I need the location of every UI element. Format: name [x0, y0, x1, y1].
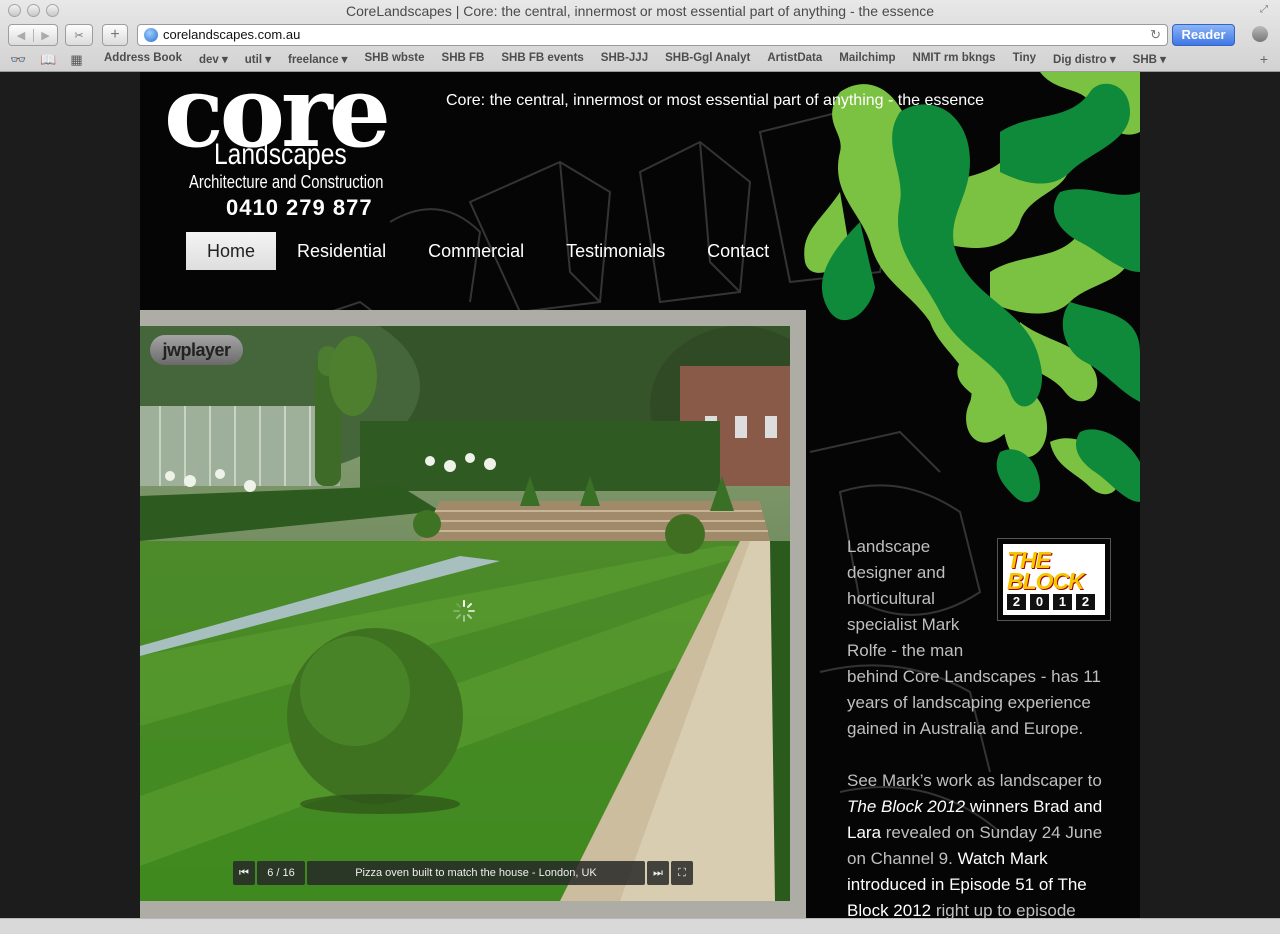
bookmark-item[interactable]: Tiny [1013, 52, 1036, 66]
bookmark-item[interactable]: SHB-JJJ [601, 52, 648, 66]
bookmark-item[interactable]: SHB wbste [364, 52, 424, 66]
bookmark-item[interactable]: SHB FB [442, 52, 485, 66]
bookmark-item[interactable]: dev ▾ [199, 52, 228, 66]
fullscreen-button[interactable]: ⛶ [671, 861, 693, 885]
page-viewport: core Landscapes Architecture and Constru… [0, 72, 1280, 918]
downloads-button[interactable] [1248, 24, 1272, 46]
bookmark-item[interactable]: NMIT rm bkngs [913, 52, 996, 66]
bookmark-item[interactable]: Address Book [104, 52, 182, 66]
loading-spinner-icon [453, 600, 475, 622]
back-forward-buttons: ◀ ▶ [8, 24, 58, 46]
reading-list-icon[interactable]: 👓 [10, 52, 26, 68]
add-bookmark-button[interactable]: + [102, 24, 128, 46]
zoom-window-button[interactable] [46, 4, 59, 17]
slideshow-player: jwplayer ⏮ 6 / 16 Pizza oven built to ma… [140, 310, 806, 918]
reader-button[interactable]: Reader [1172, 24, 1235, 46]
nav-testimonials[interactable]: Testimonials [545, 232, 686, 270]
bookmark-item[interactable]: SHB-Ggl Analyt [665, 52, 750, 66]
intro-paragraph: Landscape designer and horticultural spe… [847, 537, 1101, 738]
bookmark-item[interactable]: Dig distro ▾ [1053, 52, 1116, 66]
bookmark-item[interactable]: SHB FB events [501, 52, 583, 66]
add-bookmark-icon[interactable]: + [1260, 51, 1268, 67]
clip-icon[interactable]: ✂ [65, 24, 93, 46]
bookmark-list: Address Book dev ▾ util ▾ freelance ▾ SH… [104, 52, 1166, 66]
main-nav: Home Residential Commercial Testimonials… [186, 232, 790, 270]
previous-slide-button[interactable]: ⏮ [233, 861, 255, 885]
bookmark-item[interactable]: ArtistData [767, 52, 822, 66]
bookmark-item[interactable]: util ▾ [245, 52, 271, 66]
block-paragraph: See Mark’s work as landscaper to The Blo… [847, 771, 1103, 918]
intro-text: Landscape designer and horticultural spe… [847, 534, 1115, 918]
reload-icon[interactable]: ↻ [1150, 25, 1161, 45]
slide-caption: Pizza oven built to match the house - Lo… [307, 861, 645, 885]
minimize-window-button[interactable] [27, 4, 40, 17]
url-text: corelandscapes.com.au [163, 27, 301, 42]
address-bar[interactable]: corelandscapes.com.au ↻ [137, 24, 1168, 46]
nav-home[interactable]: Home [186, 232, 277, 270]
window-controls [8, 4, 59, 17]
the-block-link[interactable]: The Block 2012 [847, 797, 965, 816]
window-title: CoreLandscapes | Core: the central, inne… [345, 3, 935, 19]
nav-residential[interactable]: Residential [276, 232, 407, 270]
skip-forward-icon: ⏭ [653, 867, 663, 879]
bookmark-item[interactable]: freelance ▾ [288, 52, 347, 66]
slideshow-image[interactable]: jwplayer ⏮ 6 / 16 Pizza oven built to ma… [140, 326, 790, 901]
close-window-button[interactable] [8, 4, 21, 17]
logo-phone: 0410 279 877 [226, 195, 373, 220]
back-icon[interactable]: ◀ [9, 29, 33, 42]
browser-toolbar: ◀ ▶ ✂ + corelandscapes.com.au ↻ Reader [0, 22, 1280, 48]
fullscreen-icon[interactable]: ⤢ [1260, 4, 1272, 16]
bookmark-item[interactable]: Mailchimp [839, 52, 895, 66]
globe-icon [144, 28, 158, 42]
slideshow-controls: ⏮ 6 / 16 Pizza oven built to match the h… [233, 861, 693, 885]
next-slide-button[interactable]: ⏭ [647, 861, 669, 885]
logo-subtitle: Architecture and Construction [189, 172, 384, 192]
nav-commercial[interactable]: Commercial [407, 232, 545, 270]
site-tagline: Core: the central, innermost or most ess… [446, 92, 985, 109]
logo-name: Landscapes [214, 138, 347, 171]
top-sites-icon[interactable]: ▦ [70, 52, 82, 68]
skip-back-icon: ⏮ [239, 867, 249, 879]
bookmark-item[interactable]: SHB ▾ [1133, 52, 1166, 66]
site-container: core Landscapes Architecture and Constru… [140, 72, 1140, 918]
slide-counter: 6 / 16 [257, 861, 305, 885]
bookmarks-bar: 👓 📖 ▦ Address Book dev ▾ util ▾ freelanc… [0, 49, 1280, 71]
browser-chrome: CoreLandscapes | Core: the central, inne… [0, 0, 1280, 72]
forward-icon[interactable]: ▶ [32, 28, 57, 42]
fullscreen-icon: ⛶ [678, 867, 686, 879]
site-logo[interactable]: core Landscapes Architecture and Constru… [164, 72, 418, 222]
nav-contact[interactable]: Contact [686, 232, 790, 270]
horizontal-scrollbar[interactable] [0, 918, 1280, 934]
jwplayer-badge[interactable]: jwplayer [150, 335, 243, 365]
download-icon [1252, 26, 1268, 42]
bookmarks-icon[interactable]: 📖 [40, 52, 56, 68]
